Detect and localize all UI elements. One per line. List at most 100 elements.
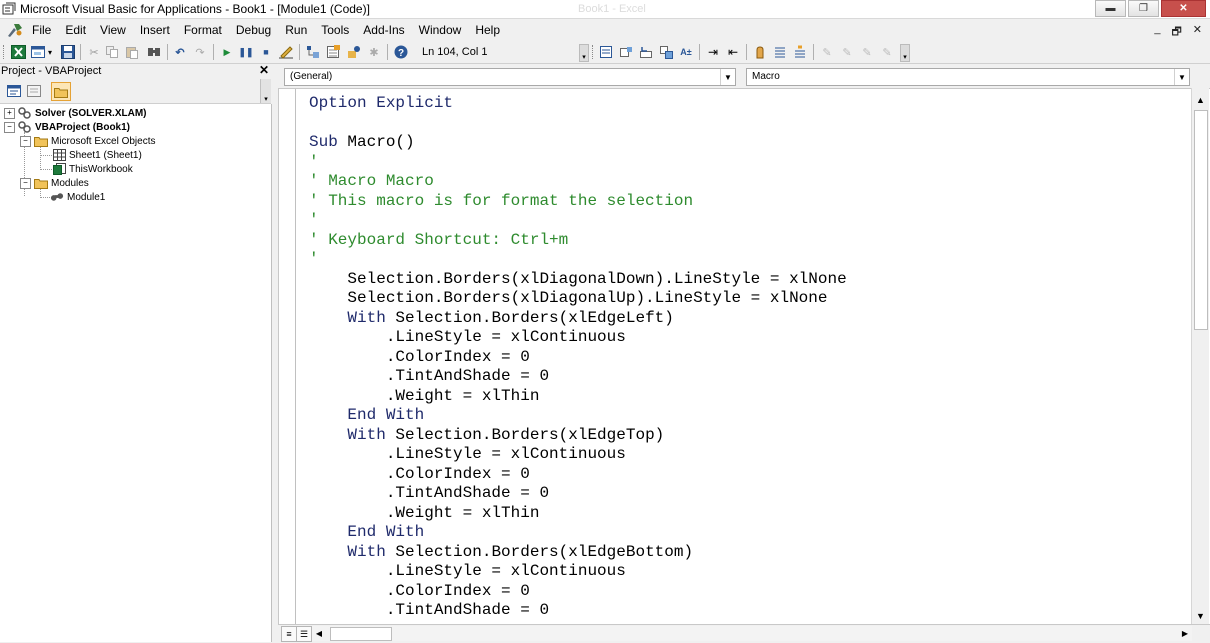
code-line[interactable]: .TintAndShade = 0 [309, 484, 1189, 504]
collapse-icon[interactable]: − [20, 177, 31, 189]
tree-item-thisworkbook[interactable]: ThisWorkbook [52, 162, 133, 176]
code-line[interactable]: ' [309, 250, 1189, 270]
code-line[interactable]: With Selection.Borders(xlEdgeLeft) [309, 309, 1189, 329]
menu-view[interactable]: View [100, 23, 126, 37]
tree-item-vbaproject[interactable]: − VBAProject (Book1) [4, 120, 130, 134]
toolbar-options-chevron[interactable]: ▾ [579, 44, 589, 62]
parameter-info-icon[interactable] [658, 44, 674, 60]
object-browser-icon[interactable] [346, 44, 362, 60]
collapse-icon[interactable]: − [4, 121, 15, 133]
menu-help[interactable]: Help [475, 23, 500, 37]
scroll-up-icon[interactable]: ▲ [1192, 91, 1209, 108]
scroll-down-icon[interactable]: ▼ [1192, 607, 1209, 624]
code-line[interactable]: ' [309, 211, 1189, 231]
scroll-left-icon[interactable]: ◀ [312, 626, 326, 641]
indent-icon[interactable]: ⇥ [705, 44, 721, 60]
reset-icon[interactable]: ■ [258, 44, 274, 60]
code-line[interactable]: Sub Macro() [309, 133, 1189, 153]
code-line[interactable]: Option Explicit [309, 94, 1189, 114]
run-icon[interactable]: ▶ [219, 44, 235, 60]
code-line[interactable]: .TintAndShade = 0 [309, 601, 1189, 621]
code-line[interactable]: ' [309, 153, 1189, 173]
tree-item-sheet1[interactable]: Sheet1 (Sheet1) [52, 148, 142, 162]
project-explorer-close-icon[interactable]: ✕ [259, 63, 269, 77]
tree-item-modules[interactable]: − Modules [20, 176, 89, 190]
code-line[interactable]: ' Keyboard Shortcut: Ctrl+m [309, 231, 1189, 251]
code-line[interactable]: .ColorIndex = 0 [309, 465, 1189, 485]
redo-icon[interactable]: ↷ [192, 44, 208, 60]
edit-toolbar-options-chevron[interactable]: ▾ [900, 44, 910, 62]
project-explorer-icon[interactable] [305, 44, 321, 60]
code-line[interactable]: With Selection.Borders(xlEdgeTop) [309, 426, 1189, 446]
procedure-view-icon[interactable]: ≡ [281, 626, 297, 642]
outdent-icon[interactable]: ⇤ [725, 44, 741, 60]
mdi-close-button[interactable]: ✕ [1193, 23, 1202, 42]
design-mode-icon[interactable] [278, 44, 294, 60]
toggle-bookmark-icon[interactable]: ✎ [819, 44, 835, 60]
code-margin-indicator-bar[interactable] [279, 89, 296, 625]
menu-insert[interactable]: Insert [140, 23, 170, 37]
code-line[interactable]: .Weight = xlThin [309, 387, 1189, 407]
properties-window-icon[interactable] [325, 44, 341, 60]
complete-word-icon[interactable]: A± [678, 44, 694, 60]
chevron-down-icon[interactable]: ▼ [720, 69, 735, 85]
list-constants-icon[interactable] [618, 44, 634, 60]
view-code-icon[interactable] [5, 82, 23, 99]
clear-bookmarks-icon[interactable]: ✎ [879, 44, 895, 60]
quick-info-icon[interactable] [638, 44, 654, 60]
code-line[interactable]: .ColorIndex = 0 [309, 582, 1189, 602]
mdi-minimize-button[interactable]: _ [1154, 23, 1160, 42]
horizontal-scrollbar[interactable]: ◀ ▶ [312, 626, 1192, 641]
menu-run[interactable]: Run [285, 23, 307, 37]
code-line[interactable]: .ColorIndex = 0 [309, 348, 1189, 368]
toggle-folders-icon[interactable] [51, 82, 71, 101]
view-excel-icon[interactable] [10, 44, 26, 60]
code-line[interactable]: With Selection.Borders(xlEdgeBottom) [309, 543, 1189, 563]
vertical-scroll-thumb[interactable] [1194, 110, 1208, 330]
close-button[interactable]: ✕ [1161, 0, 1206, 17]
list-properties-icon[interactable] [598, 44, 614, 60]
code-line[interactable]: End With [309, 406, 1189, 426]
toolbar-grip[interactable] [3, 45, 7, 59]
tree-item-solver[interactable]: + Solver (SOLVER.XLAM) [4, 106, 147, 120]
chevron-down-icon[interactable]: ▼ [1174, 69, 1189, 85]
undo-icon[interactable]: ↶ [172, 44, 188, 60]
vertical-scrollbar[interactable]: ▲ ▼ [1191, 88, 1209, 624]
code-line[interactable]: Selection.Borders(xlDiagonalUp).LineStyl… [309, 289, 1189, 309]
next-bookmark-icon[interactable]: ✎ [839, 44, 855, 60]
uncomment-block-icon[interactable] [792, 44, 808, 60]
menu-window[interactable]: Window [419, 23, 462, 37]
code-line[interactable]: ' This macro is for format the selection [309, 192, 1189, 212]
code-line[interactable] [309, 114, 1189, 134]
insert-userform-icon[interactable] [30, 44, 46, 60]
collapse-icon[interactable]: − [20, 135, 31, 147]
scroll-right-icon[interactable]: ▶ [1178, 626, 1192, 641]
find-icon[interactable] [146, 44, 162, 60]
code-line[interactable]: .TintAndShade = 0 [309, 367, 1189, 387]
procedure-combo[interactable]: Macro ▼ [746, 68, 1190, 86]
code-line[interactable]: .LineStyle = xlContinuous [309, 445, 1189, 465]
code-line[interactable]: End With [309, 523, 1189, 543]
project-toolbar-chevron[interactable]: ▾ [260, 79, 271, 103]
break-icon[interactable]: ❚❚ [238, 44, 254, 60]
toolbox-icon[interactable]: ✱ [366, 44, 382, 60]
save-icon[interactable] [60, 44, 76, 60]
insert-dropdown-icon[interactable]: ▾ [46, 44, 54, 60]
full-module-view-icon[interactable]: ☰ [296, 626, 312, 642]
restore-button[interactable]: ❐ [1128, 0, 1159, 17]
menu-tools[interactable]: Tools [321, 23, 349, 37]
menu-add-ins[interactable]: Add-Ins [363, 23, 404, 37]
copy-icon[interactable] [104, 44, 120, 60]
comment-block-icon[interactable] [772, 44, 788, 60]
code-line[interactable]: .LineStyle = xlContinuous [309, 562, 1189, 582]
tree-item-module1[interactable]: Module1 [50, 190, 105, 204]
mdi-restore-button[interactable]: 🗗 [1171, 23, 1181, 42]
help-icon[interactable]: ? [393, 44, 409, 60]
view-object-icon[interactable] [25, 82, 43, 99]
code-line[interactable]: .Weight = xlThin [309, 504, 1189, 524]
code-editor[interactable]: Option Explicit Sub Macro() ' ' Macro Macro… [278, 88, 1210, 625]
excel-view-icon[interactable] [6, 22, 24, 38]
object-combo[interactable]: (General) ▼ [284, 68, 736, 86]
code-line[interactable]: Selection.Borders(xlDiagonalDown).LineSt… [309, 270, 1189, 290]
menu-file[interactable]: File [32, 23, 51, 37]
